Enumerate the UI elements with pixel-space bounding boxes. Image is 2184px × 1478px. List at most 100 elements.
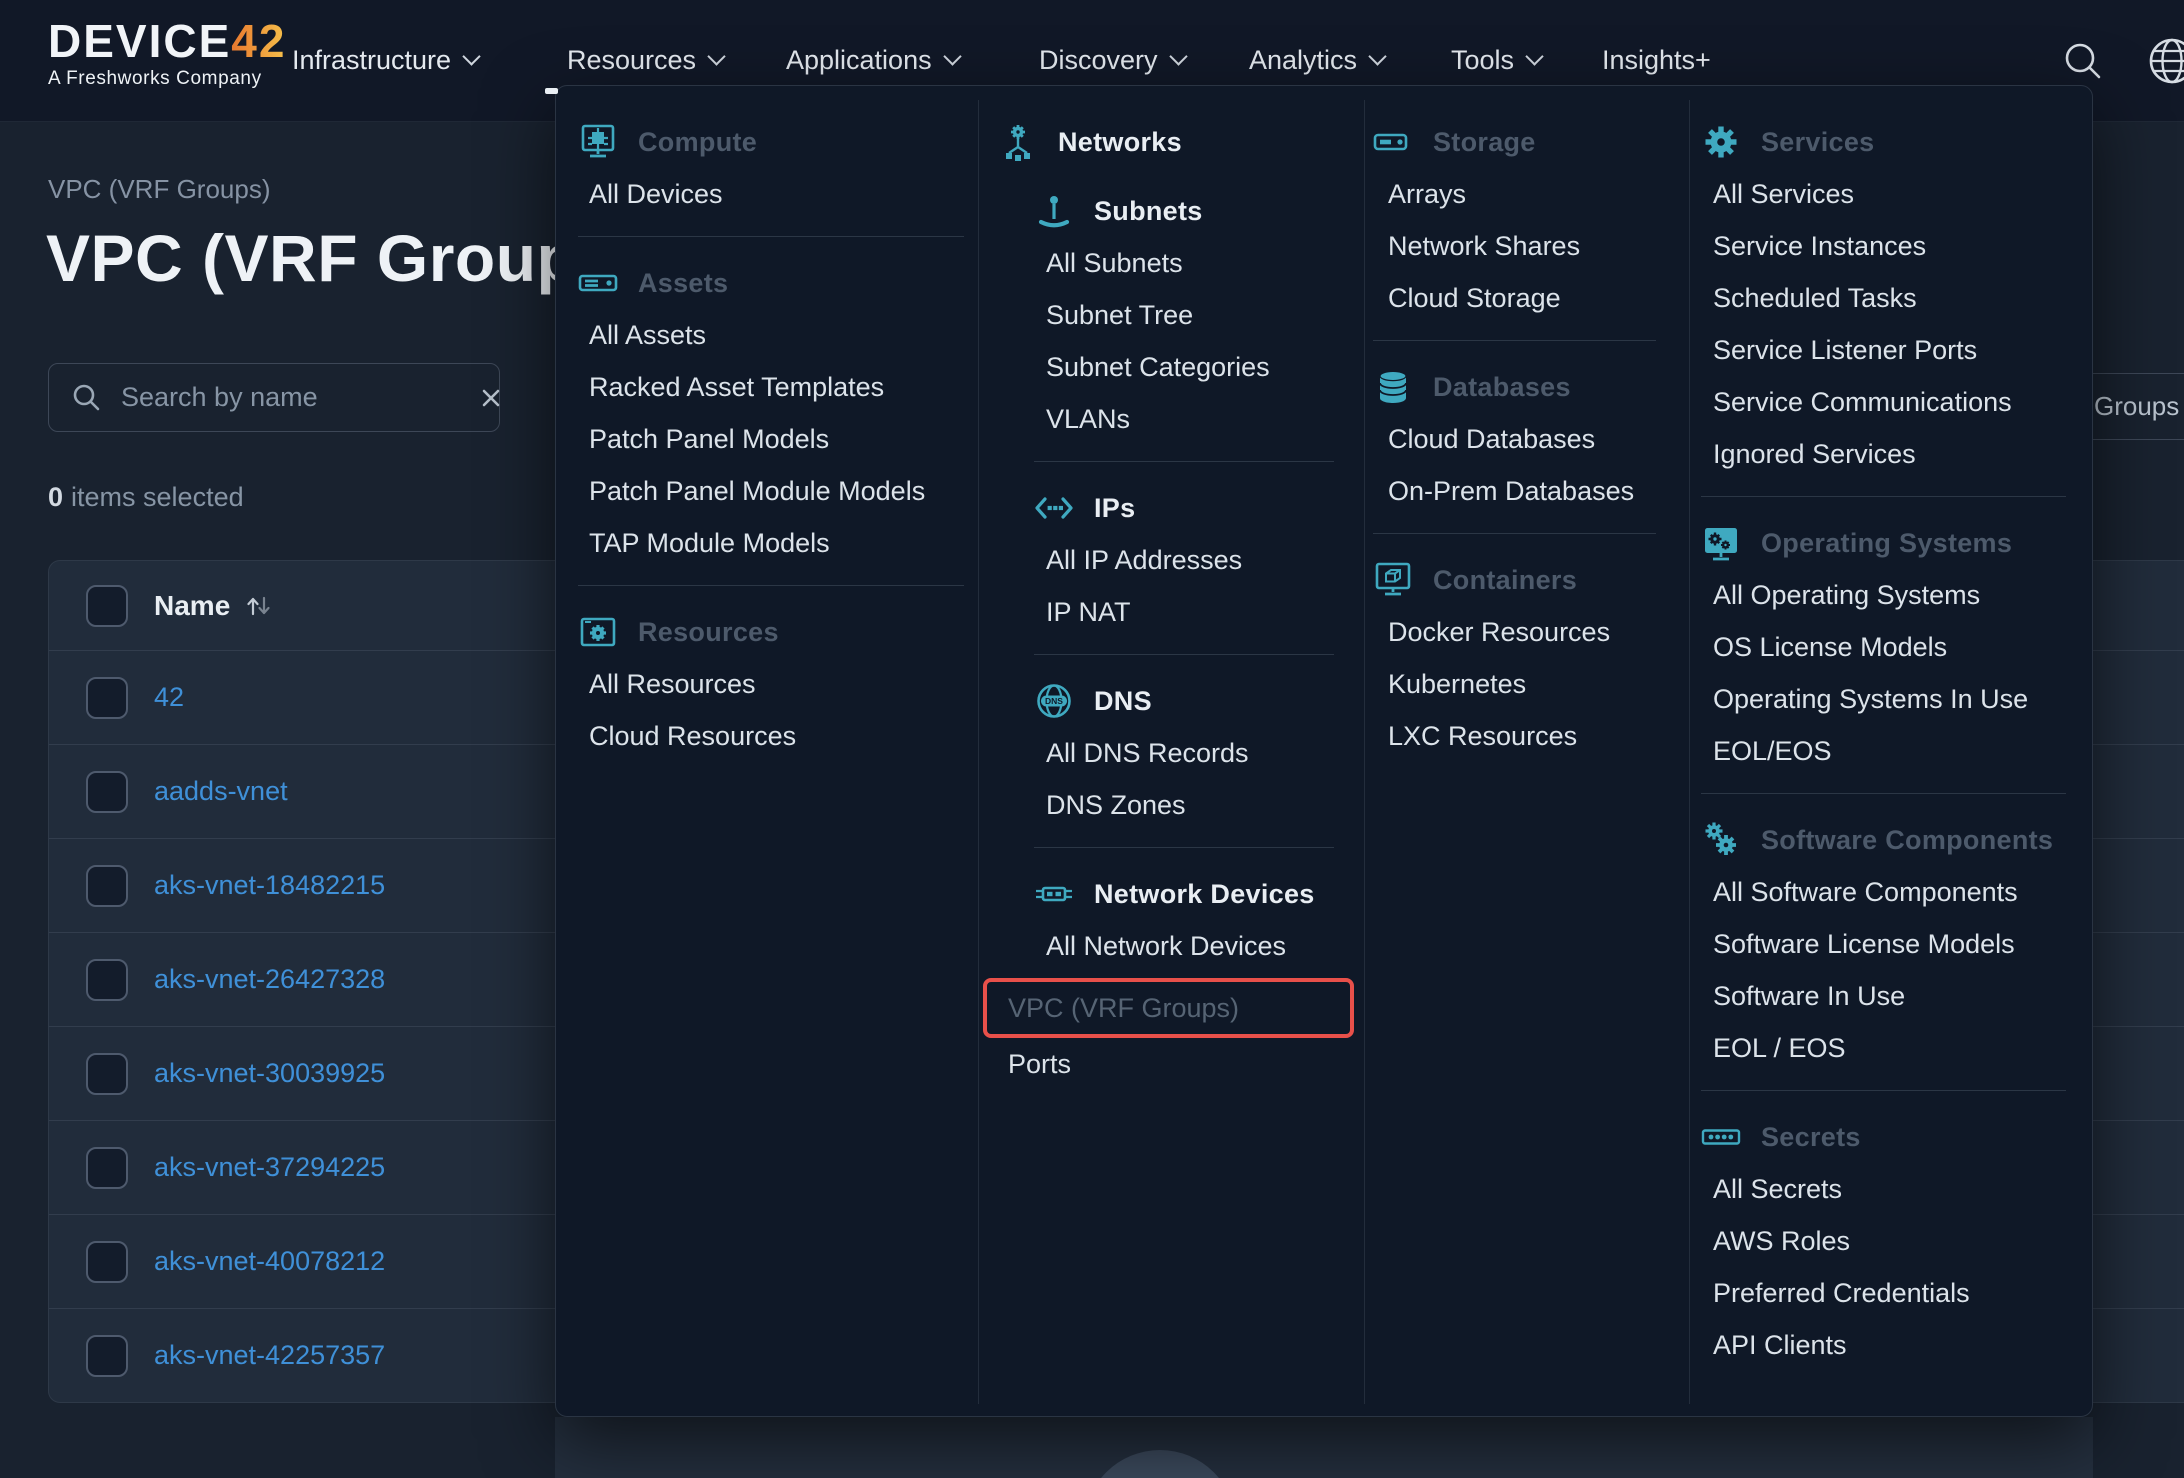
menu-item-os-eol-eos[interactable]: EOL/EOS [1701, 725, 2084, 777]
menu-item-operating-systems-in-use[interactable]: Operating Systems In Use [1701, 673, 2084, 725]
menu-item-ignored-services[interactable]: Ignored Services [1701, 428, 2084, 480]
row-name-link[interactable]: aadds-vnet [154, 776, 288, 807]
row-name-link[interactable]: aks-vnet-37294225 [154, 1152, 385, 1183]
sort-icon[interactable] [244, 593, 274, 619]
menu-item-docker-resources[interactable]: Docker Resources [1373, 606, 1679, 658]
menu-item-patch-panel-models[interactable]: Patch Panel Models [578, 413, 964, 465]
menu-item-ports[interactable]: Ports [998, 1038, 1364, 1090]
search-icon [71, 382, 103, 414]
menu-item-all-network-devices[interactable]: All Network Devices [998, 920, 1364, 972]
menu-item-cloud-resources[interactable]: Cloud Resources [578, 710, 964, 762]
row-checkbox[interactable] [86, 1053, 128, 1095]
section-divider [1034, 461, 1334, 462]
chevron-down-icon [707, 47, 725, 65]
row-name-link[interactable]: aks-vnet-42257357 [154, 1340, 385, 1371]
menu-item-vpc-vrf-groups-label: VPC (VRF Groups) [1008, 993, 1239, 1024]
brand-logo[interactable]: DEVICE42 A Freshworks Company [48, 16, 286, 90]
menu-item-racked-asset-templates[interactable]: Racked Asset Templates [578, 361, 964, 413]
menu-item-preferred-credentials[interactable]: Preferred Credentials [1701, 1267, 2084, 1319]
menu-item-subnet-tree[interactable]: Subnet Tree [998, 289, 1364, 341]
menu-item-vlans[interactable]: VLANs [998, 393, 1364, 445]
row-checkbox[interactable] [86, 959, 128, 1001]
menu-item-all-secrets[interactable]: All Secrets [1701, 1163, 2084, 1215]
section-header-databases: Databases [1373, 361, 1679, 413]
menu-item-software-license-models[interactable]: Software License Models [1701, 918, 2084, 970]
section-divider [1701, 793, 2066, 794]
menu-item-all-assets[interactable]: All Assets [578, 309, 964, 361]
row-checkbox[interactable] [86, 865, 128, 907]
selection-count: 0 [48, 482, 63, 512]
menu-item-subnet-categories[interactable]: Subnet Categories [998, 341, 1364, 393]
menu-item-tap-module-models[interactable]: TAP Module Models [578, 517, 964, 569]
menu-column-networks: Networks Subnets All Subnets Subnet Tree… [998, 86, 1364, 1090]
row-checkbox[interactable] [86, 677, 128, 719]
menu-item-network-shares[interactable]: Network Shares [1373, 220, 1679, 272]
menu-item-scheduled-tasks[interactable]: Scheduled Tasks [1701, 272, 2084, 324]
menu-item-lxc-resources[interactable]: LXC Resources [1373, 710, 1679, 762]
row-checkbox[interactable] [86, 1335, 128, 1377]
menu-item-aws-roles[interactable]: AWS Roles [1701, 1215, 2084, 1267]
menu-item-all-software-components[interactable]: All Software Components [1701, 866, 2084, 918]
chevron-down-icon [1368, 47, 1386, 65]
dns-icon: DNS [1034, 681, 1074, 721]
row-name-link[interactable]: 42 [154, 682, 184, 713]
active-nav-indicator [545, 88, 558, 94]
menu-item-all-devices[interactable]: All Devices [578, 168, 964, 220]
software-components-icon [1701, 820, 1741, 860]
menu-item-os-license-models[interactable]: OS License Models [1701, 621, 2084, 673]
menu-item-service-communications[interactable]: Service Communications [1701, 376, 2084, 428]
menu-item-on-prem-databases[interactable]: On-Prem Databases [1373, 465, 1679, 517]
group-header-networks: Networks [998, 116, 1364, 168]
row-checkbox[interactable] [86, 1147, 128, 1189]
menu-item-all-operating-systems[interactable]: All Operating Systems [1701, 569, 2084, 621]
menu-item-kubernetes[interactable]: Kubernetes [1373, 658, 1679, 710]
search-box[interactable] [48, 363, 500, 432]
name-column-header[interactable]: Name [154, 590, 230, 622]
row-name-link[interactable]: aks-vnet-26427328 [154, 964, 385, 995]
section-divider [578, 585, 964, 586]
menu-item-all-subnets[interactable]: All Subnets [998, 237, 1364, 289]
row-checkbox[interactable] [86, 1241, 128, 1283]
chevron-down-icon [1169, 47, 1187, 65]
row-name-link[interactable]: aks-vnet-18482215 [154, 870, 385, 901]
section-divider [1034, 847, 1334, 848]
menu-item-cloud-databases[interactable]: Cloud Databases [1373, 413, 1679, 465]
menu-item-patch-panel-module-models[interactable]: Patch Panel Module Models [578, 465, 964, 517]
menu-item-dns-zones[interactable]: DNS Zones [998, 779, 1364, 831]
subsection-header-ips: IPs [1034, 482, 1364, 534]
menu-item-ip-nat[interactable]: IP NAT [998, 586, 1364, 638]
menu-item-api-clients[interactable]: API Clients [1701, 1319, 2084, 1371]
menu-item-software-eol-eos[interactable]: EOL / EOS [1701, 1022, 2084, 1074]
menu-item-all-services[interactable]: All Services [1701, 168, 2084, 220]
networks-icon [998, 122, 1038, 162]
section-header-assets: Assets [578, 257, 964, 309]
menu-item-all-dns-records[interactable]: All DNS Records [998, 727, 1364, 779]
bottom-strip [555, 1417, 2093, 1478]
section-divider [1034, 654, 1334, 655]
menu-item-software-in-use[interactable]: Software In Use [1701, 970, 2084, 1022]
section-divider [578, 236, 964, 237]
row-checkbox[interactable] [86, 771, 128, 813]
clear-search-icon[interactable] [477, 384, 505, 412]
row-name-link[interactable]: aks-vnet-40078212 [154, 1246, 385, 1277]
globe-icon[interactable] [2146, 0, 2184, 121]
section-header-software-components: Software Components [1701, 814, 2084, 866]
services-icon [1701, 122, 1741, 162]
brand-suffix: 42 [231, 15, 286, 67]
menu-item-arrays[interactable]: Arrays [1373, 168, 1679, 220]
menu-item-service-listener-ports[interactable]: Service Listener Ports [1701, 324, 2084, 376]
menu-item-vpc-vrf-groups-highlighted[interactable]: VPC (VRF Groups) [983, 978, 1354, 1038]
menu-item-all-resources[interactable]: All Resources [578, 658, 964, 710]
row-name-link[interactable]: aks-vnet-30039925 [154, 1058, 385, 1089]
section-header-services: Services [1701, 116, 2084, 168]
menu-item-service-instances[interactable]: Service Instances [1701, 220, 2084, 272]
search-input[interactable] [119, 381, 477, 414]
network-devices-icon [1034, 874, 1074, 914]
compute-icon [578, 122, 618, 162]
menu-item-all-ip-addresses[interactable]: All IP Addresses [998, 534, 1364, 586]
nav-infrastructure[interactable]: Infrastructure [292, 0, 478, 121]
select-all-checkbox[interactable] [86, 585, 128, 627]
section-header-compute: Compute [578, 116, 964, 168]
assets-icon [578, 263, 618, 303]
menu-item-cloud-storage[interactable]: Cloud Storage [1373, 272, 1679, 324]
